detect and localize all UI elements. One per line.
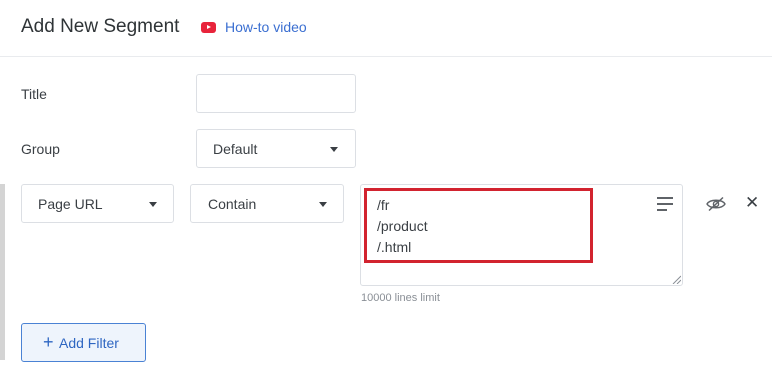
page-title: Add New Segment bbox=[21, 16, 180, 37]
page-header: Add New Segment How-to video bbox=[0, 0, 772, 57]
title-input[interactable] bbox=[196, 74, 356, 113]
chevron-down-icon bbox=[330, 147, 338, 152]
group-select[interactable]: Default bbox=[196, 129, 356, 168]
filter-field-value: Page URL bbox=[38, 196, 103, 212]
how-to-video-link[interactable]: How-to video bbox=[201, 19, 307, 35]
filter-operator-select[interactable]: Contain bbox=[190, 184, 344, 223]
close-icon[interactable]: ✕ bbox=[745, 194, 759, 212]
filter-group-indicator bbox=[0, 184, 5, 360]
lines-limit-note: 10000 lines limit bbox=[361, 292, 440, 304]
chevron-down-icon bbox=[149, 202, 157, 207]
filter-field-select[interactable]: Page URL bbox=[21, 184, 174, 223]
resize-handle-icon[interactable] bbox=[672, 275, 681, 284]
eye-off-icon[interactable] bbox=[706, 196, 726, 212]
highlight-box bbox=[364, 188, 593, 263]
how-to-video-label: How-to video bbox=[225, 19, 307, 35]
filter-operator-value: Contain bbox=[208, 196, 257, 212]
menu-lines-icon[interactable] bbox=[657, 197, 673, 215]
group-select-value: Default bbox=[213, 141, 258, 157]
add-filter-label: Add Filter bbox=[59, 335, 119, 351]
group-label: Group bbox=[21, 141, 60, 157]
chevron-down-icon bbox=[319, 202, 327, 207]
plus-icon: + bbox=[43, 332, 54, 352]
title-label: Title bbox=[21, 86, 47, 102]
add-filter-button[interactable]: + Add Filter bbox=[21, 323, 146, 362]
youtube-icon bbox=[201, 21, 216, 33]
